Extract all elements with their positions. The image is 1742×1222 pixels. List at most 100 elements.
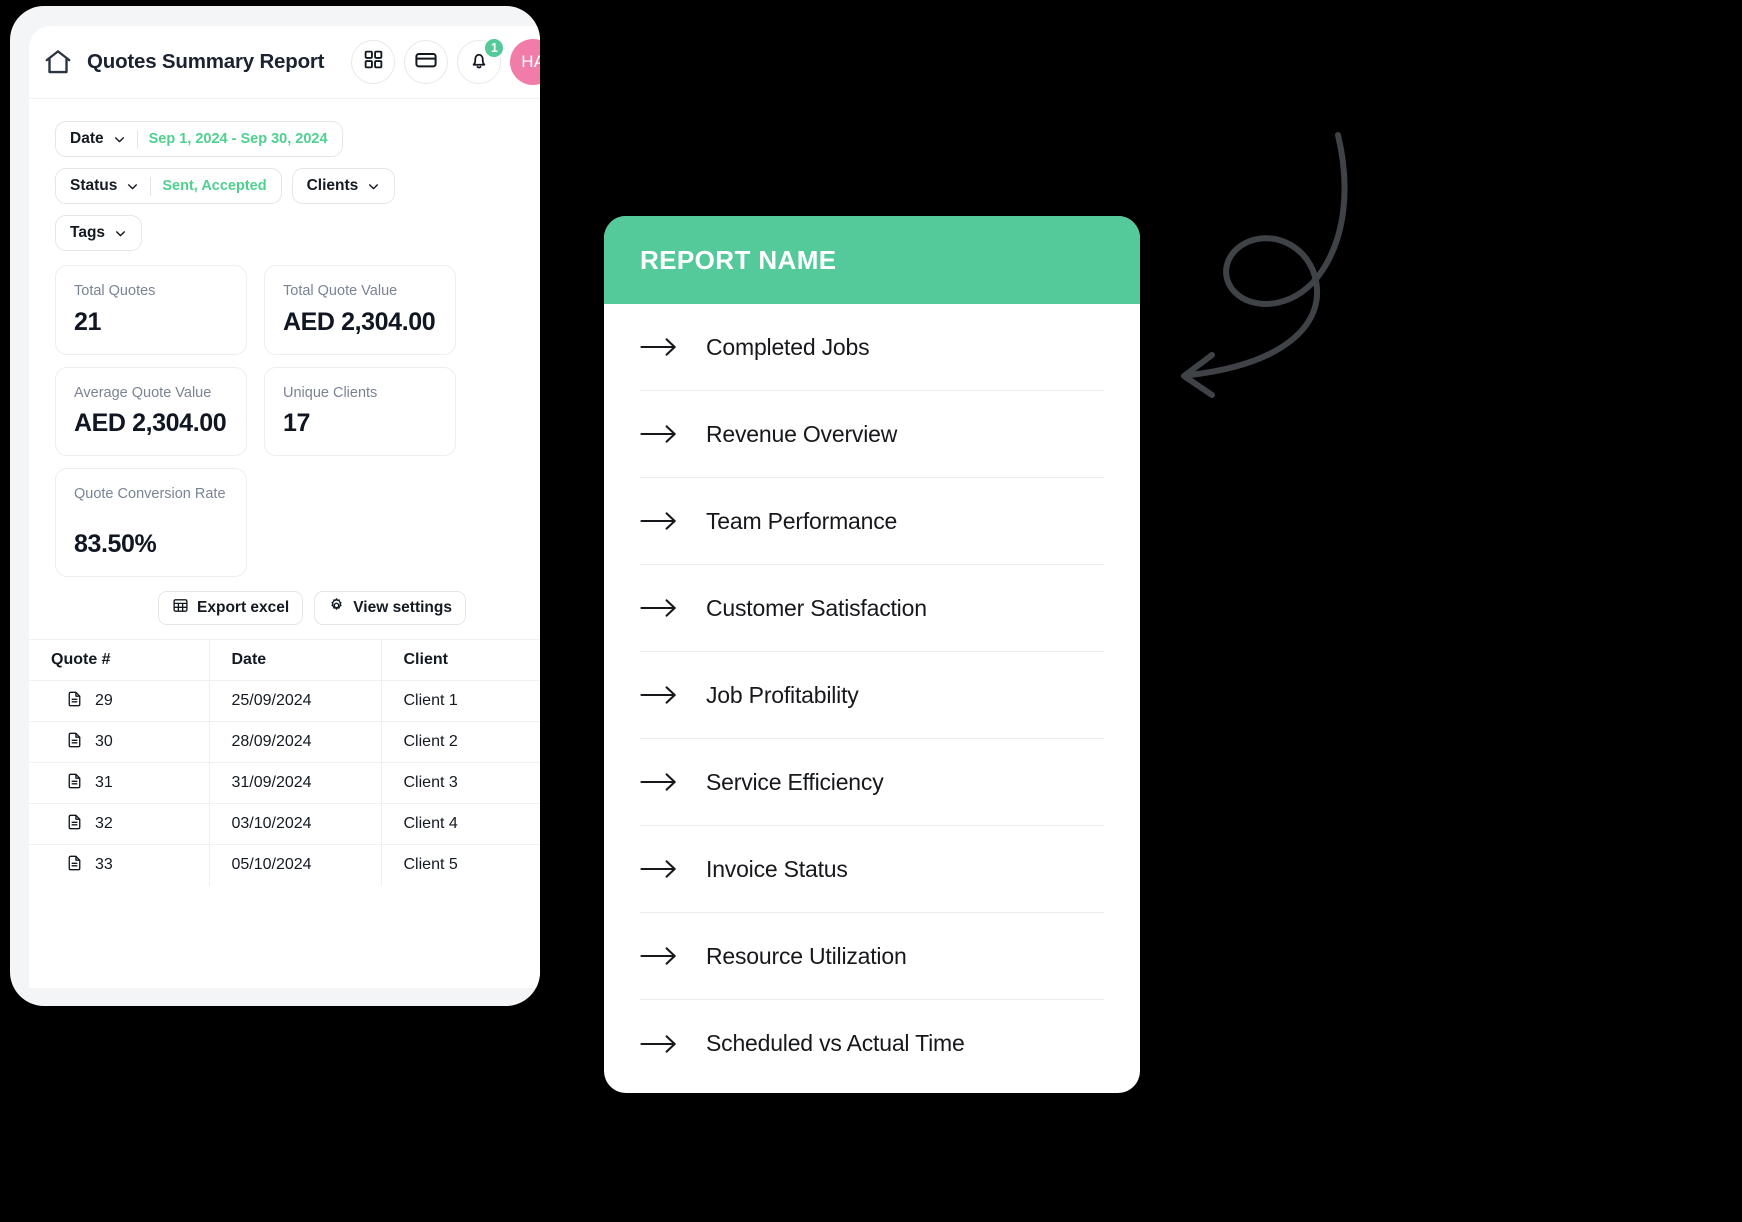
arrow-right-icon	[640, 858, 678, 880]
report-panel-header: REPORT NAME	[604, 216, 1140, 304]
export-excel-label: Export excel	[197, 599, 290, 617]
arrow-right-icon	[640, 771, 678, 793]
stat-card: Unique Clients 17	[264, 366, 456, 457]
table-row[interactable]: 32 03/10/2024 Client 4	[29, 803, 540, 845]
stat-label: Quote Conversion Rate	[74, 486, 226, 503]
divider	[150, 176, 152, 196]
filter-date-value: Sep 1, 2024 - Sep 30, 2024	[148, 131, 328, 147]
decorative-curved-arrow	[1150, 125, 1460, 415]
report-name-panel: REPORT NAME Completed Jobs Revenue Overv…	[604, 216, 1140, 1093]
grid-icon-button[interactable]	[351, 40, 396, 84]
filter-status[interactable]: Status Sent, Accepted	[55, 168, 282, 204]
arrow-right-icon	[640, 1033, 678, 1055]
quote-number: 29	[95, 692, 113, 710]
view-settings-label: View settings	[353, 599, 452, 617]
column-header-quote[interactable]: Quote #	[29, 639, 210, 681]
filter-tags[interactable]: Tags	[55, 215, 143, 251]
stat-card: Total Quotes 21	[55, 265, 247, 355]
cell-quote: 29	[29, 680, 210, 722]
list-item[interactable]: Job Profitability	[640, 652, 1104, 739]
report-panel-title: REPORT NAME	[640, 244, 837, 275]
arrow-right-icon	[640, 597, 678, 619]
list-item[interactable]: Scheduled vs Actual Time	[640, 1000, 1104, 1087]
divider	[136, 129, 138, 149]
list-item-label: Scheduled vs Actual Time	[706, 1030, 965, 1056]
chevron-down-icon	[367, 180, 380, 193]
filter-date[interactable]: Date Sep 1, 2024 - Sep 30, 2024	[55, 121, 343, 157]
quotes-table-wrapper: Quote # Date Client 29 25/09/2024 Client…	[29, 639, 540, 886]
table-row[interactable]: 30 28/09/2024 Client 2	[29, 721, 540, 763]
list-item[interactable]: Invoice Status	[640, 826, 1104, 913]
cell-client: Client 4	[381, 803, 540, 845]
filter-clients[interactable]: Clients	[291, 168, 396, 204]
list-item[interactable]: Completed Jobs	[640, 304, 1104, 391]
list-item-label: Invoice Status	[706, 855, 848, 882]
document-icon	[66, 731, 83, 754]
filter-clients-label: Clients	[306, 177, 359, 194]
column-header-date[interactable]: Date	[209, 639, 382, 681]
chevron-down-icon	[113, 133, 126, 146]
filter-row-1: Date Sep 1, 2024 - Sep 30, 2024	[55, 121, 540, 157]
arrow-right-icon	[640, 510, 678, 532]
stat-value: 83.50%	[74, 530, 157, 559]
list-item[interactable]: Team Performance	[640, 478, 1104, 565]
filter-bar: Date Sep 1, 2024 - Sep 30, 2024 Status S…	[29, 99, 540, 251]
arrow-right-icon	[640, 684, 678, 706]
grid-icon	[363, 49, 384, 75]
notifications-button[interactable]: 1	[457, 37, 506, 84]
card-icon-button[interactable]	[404, 40, 449, 84]
notification-badge: 1	[483, 37, 506, 59]
export-excel-button[interactable]: Export excel	[158, 591, 304, 626]
filter-date-label: Date	[70, 130, 104, 147]
document-icon	[66, 772, 83, 795]
avatar[interactable]: HA	[510, 39, 540, 85]
list-item[interactable]: Revenue Overview	[640, 391, 1104, 478]
quotes-report-window: Quotes Summary Report 1 HA Date Sep 1, 2…	[10, 6, 540, 1006]
list-item-label: Job Profitability	[706, 681, 859, 708]
stat-label: Total Quotes	[74, 283, 156, 299]
filter-row-3: Tags	[55, 215, 540, 251]
quotes-table: Quote # Date Client 29 25/09/2024 Client…	[29, 639, 540, 886]
chevron-down-icon	[126, 180, 139, 193]
cell-quote: 33	[29, 844, 210, 886]
page-title: Quotes Summary Report	[87, 50, 325, 73]
cell-date: 03/10/2024	[209, 803, 382, 845]
table-header-row: Quote # Date Client	[29, 639, 540, 681]
stat-value: AED 2,304.00	[283, 307, 436, 336]
filter-status-value: Sent, Accepted	[162, 178, 267, 194]
list-item[interactable]: Service Efficiency	[640, 739, 1104, 826]
stat-card: Total Quote Value AED 2,304.00	[264, 265, 456, 355]
table-row[interactable]: 33 05/10/2024 Client 5	[29, 844, 540, 886]
filter-row-2: Status Sent, Accepted Clients	[55, 168, 540, 204]
stat-label: Average Quote Value	[74, 384, 212, 401]
stat-label: Unique Clients	[283, 384, 378, 401]
arrow-right-icon	[640, 945, 678, 967]
home-icon[interactable]	[43, 47, 73, 77]
app-header: Quotes Summary Report 1 HA	[29, 26, 540, 99]
document-icon	[66, 690, 83, 713]
stat-value: AED 2,304.00	[74, 409, 227, 438]
table-toolbar: Export excel View settings	[29, 577, 510, 639]
spreadsheet-icon	[172, 597, 189, 619]
header-actions: 1 HA	[351, 37, 540, 85]
quote-number: 32	[95, 815, 113, 833]
list-item-label: Service Efficiency	[706, 768, 884, 795]
cell-date: 28/09/2024	[209, 721, 382, 763]
quote-number: 30	[95, 733, 113, 751]
document-icon	[66, 813, 83, 836]
list-item-label: Resource Utilization	[706, 942, 907, 969]
filter-tags-label: Tags	[70, 224, 106, 241]
credit-card-icon	[414, 48, 438, 77]
table-row[interactable]: 31 31/09/2024 Client 3	[29, 762, 540, 804]
list-item-label: Team Performance	[706, 507, 898, 534]
cell-client: Client 3	[381, 762, 540, 804]
column-header-client[interactable]: Client	[381, 639, 540, 681]
cell-client: Client 2	[381, 721, 540, 763]
cell-date: 25/09/2024	[209, 680, 382, 722]
table-row[interactable]: 29 25/09/2024 Client 1	[29, 680, 540, 722]
list-item[interactable]: Customer Satisfaction	[640, 565, 1104, 652]
view-settings-button[interactable]: View settings	[314, 591, 466, 626]
list-item[interactable]: Resource Utilization	[640, 913, 1104, 1000]
filter-status-label: Status	[70, 177, 118, 194]
gear-icon	[328, 597, 345, 619]
